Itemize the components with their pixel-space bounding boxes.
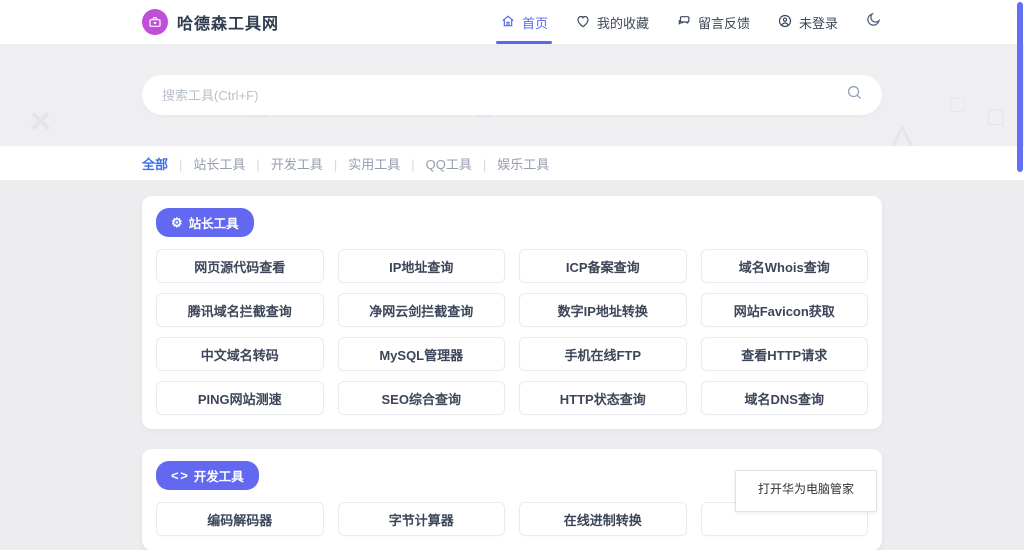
home-icon [500,13,516,32]
nav-label: 留言反馈 [698,13,750,32]
category-tabs-row: 全部 站长工具 开发工具 实用工具 QQ工具 娱乐工具 [0,146,1024,180]
filter-tab[interactable]: 站长工具 [168,154,245,173]
tools-grid: 网页源代码查看 IP地址查询 ICP备案查询 域名Whois查询 腾讯域名拦截查… [156,249,868,415]
tool-button[interactable]: 中文域名转码 [156,337,324,371]
tool-button[interactable]: 腾讯域名拦截查询 [156,293,324,327]
category-tabs: 全部 站长工具 开发工具 实用工具 QQ工具 娱乐工具 [0,154,549,173]
decor-triangle-icon: △ [890,119,915,146]
gear-icon: ⚙ [171,215,182,231]
dark-mode-toggle[interactable] [865,11,882,33]
chat-icon [676,13,692,32]
decor-square-icon: □ [988,103,1004,129]
tool-button[interactable]: 数字IP地址转换 [519,293,687,327]
code-icon: < > [171,468,187,483]
nav-item-home[interactable]: 首页 [500,0,548,44]
search-banner: × △ □ ○ □ ○ □ ○ △ □ □ [0,45,1024,146]
tool-button[interactable]: HTTP状态查询 [519,381,687,415]
tool-button[interactable]: 网站Favicon获取 [701,293,869,327]
search-input[interactable] [160,87,845,104]
search-icon[interactable] [845,83,864,107]
tool-button[interactable]: 域名DNS查询 [701,381,869,415]
section-badge: ⚙ 站长工具 [156,208,254,237]
nav-label: 首页 [522,13,548,32]
tool-button[interactable]: SEO综合查询 [338,381,506,415]
filter-tab[interactable]: 全部 [142,154,168,173]
tool-button[interactable]: ICP备案查询 [519,249,687,283]
header: 哈德森工具网 首页 我的收藏 [0,0,1024,45]
tool-button[interactable]: 查看HTTP请求 [701,337,869,371]
main-nav: 首页 我的收藏 留言反馈 [500,0,882,44]
moon-icon [865,11,882,33]
filter-tab[interactable]: 娱乐工具 [472,154,549,173]
vertical-scrollbar[interactable] [1017,2,1023,172]
nav-label: 未登录 [799,13,838,32]
tool-button[interactable]: MySQL管理器 [338,337,506,371]
tool-button[interactable]: 网页源代码查看 [156,249,324,283]
tool-button[interactable]: 域名Whois查询 [701,249,869,283]
brand[interactable]: 哈德森工具网 [142,9,279,35]
decor-x-icon: × [30,103,51,139]
nav-item-favorites[interactable]: 我的收藏 [575,0,649,44]
tool-button[interactable]: 在线进制转换 [519,502,687,536]
tool-button[interactable]: IP地址查询 [338,249,506,283]
tool-button[interactable]: 字节计算器 [338,502,506,536]
site-title: 哈德森工具网 [177,10,279,34]
filter-tab[interactable]: 开发工具 [245,154,322,173]
filter-tab[interactable]: 实用工具 [323,154,400,173]
filter-tab[interactable]: QQ工具 [400,154,472,173]
heart-icon [575,13,591,32]
section-webmaster-tools: ⚙ 站长工具 网页源代码查看 IP地址查询 ICP备案查询 域名Whois查询 … [142,196,882,429]
tool-button[interactable]: 净网云剑拦截查询 [338,293,506,327]
nav-item-login[interactable]: 未登录 [777,0,838,44]
search-bar [142,75,882,115]
tool-button[interactable]: 编码解码器 [156,502,324,536]
nav-label: 我的收藏 [597,13,649,32]
toolbox-logo-icon [142,9,168,35]
section-badge-label: 开发工具 [194,466,244,485]
system-tooltip: 打开华为电脑管家 [735,470,877,512]
tool-button[interactable]: 手机在线FTP [519,337,687,371]
user-icon [777,13,793,32]
section-badge-label: 站长工具 [189,213,239,232]
decor-square-icon: □ [950,93,965,117]
section-badge: < > 开发工具 [156,461,259,490]
nav-item-feedback[interactable]: 留言反馈 [676,0,750,44]
tool-button[interactable]: PING网站测速 [156,381,324,415]
